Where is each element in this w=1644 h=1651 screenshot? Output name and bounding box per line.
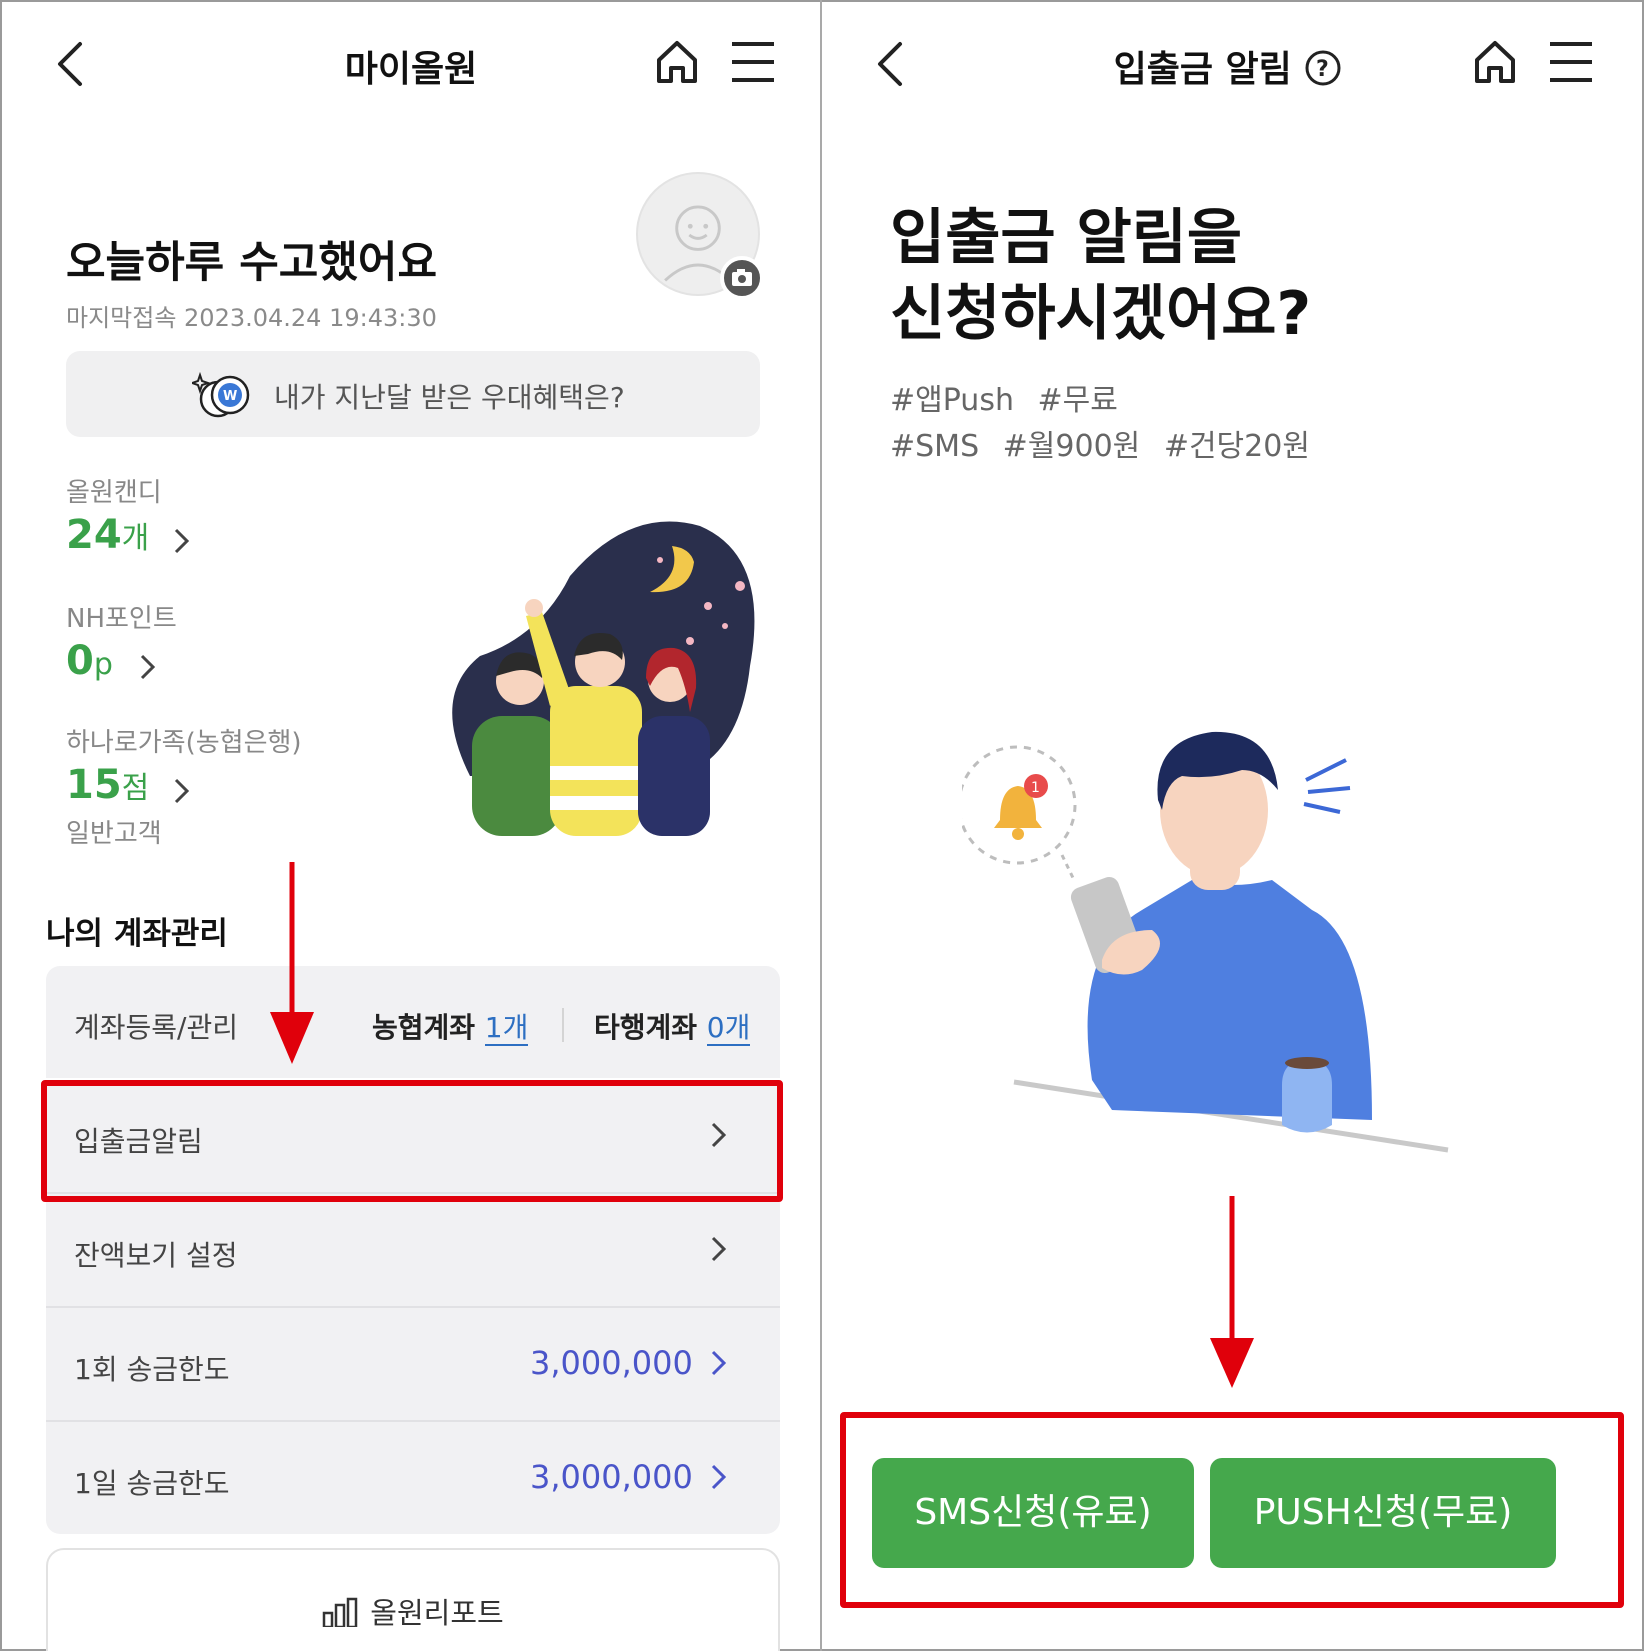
signup-question: 입출금 알림을 신청하시겠어요? xyxy=(890,200,1311,352)
account-management-row: 계좌등록/관리 농협계좌 1개 타행계좌 0개 xyxy=(46,966,780,1078)
other-bank-account-count[interactable]: 타행계좌 0개 xyxy=(594,1006,751,1046)
candy-label: 올원캔디 xyxy=(66,478,162,508)
separator xyxy=(562,1008,564,1042)
nh-account-label: 농협계좌 xyxy=(372,1011,476,1044)
menu-item-label: 잔액보기 설정 xyxy=(74,1239,238,1272)
nh-point-label: NH포인트 xyxy=(66,604,177,634)
hamburger-menu-icon[interactable] xyxy=(1548,40,1594,84)
tag: #SMS xyxy=(890,429,980,464)
nh-point-unit: p xyxy=(93,647,113,682)
svg-text:?: ? xyxy=(1316,57,1329,82)
tag: #월900원 xyxy=(1002,429,1141,464)
report-text: 올원리포트 xyxy=(370,1596,504,1630)
report-button[interactable]: 올원리포트 xyxy=(46,1548,780,1651)
nh-account-count-value: 1개 xyxy=(484,1011,529,1046)
chevron-right-icon xyxy=(711,1464,727,1490)
page-title-text: 입출금 알림 xyxy=(1113,49,1292,90)
chevron-right-icon xyxy=(711,1236,727,1262)
chevron-right-icon[interactable] xyxy=(172,776,192,806)
family-label: 하나로가족(농협은행) xyxy=(66,728,302,758)
family-score: 15 xyxy=(66,762,122,808)
question-line-1: 입출금 알림을 xyxy=(890,203,1243,273)
report-label: 올원리포트 xyxy=(48,1590,778,1632)
tag: #앱Push xyxy=(890,383,1014,418)
balance-view-setting-item[interactable]: 잔액보기 설정 xyxy=(46,1194,780,1306)
my-allone-screen: 마이올원 오늘하루 수고했어요 마지막접속 2023.04.24 19:43:3… xyxy=(2,0,820,1651)
highlight-box xyxy=(41,1080,783,1202)
benefit-banner[interactable]: W 내가 지난달 받은 우대혜택은? xyxy=(66,351,760,437)
limit-amount: 3,000,000 xyxy=(530,1458,693,1496)
nh-point-count: 0 xyxy=(66,638,94,684)
svg-text:W: W xyxy=(223,389,237,404)
header: 마이올원 xyxy=(2,0,820,130)
home-icon[interactable] xyxy=(654,38,700,86)
feature-tags: #앱Push #무료 #SMS #월900원 #건당20원 xyxy=(890,378,1324,470)
question-line-2: 신청하시겠어요? xyxy=(890,279,1312,349)
section-title: 나의 계좌관리 xyxy=(46,916,228,952)
tag: #건당20원 xyxy=(1163,429,1310,464)
header: 입출금 알림 ? xyxy=(822,0,1642,130)
candy-count: 24 xyxy=(66,512,122,558)
coin-benefit-icon: W xyxy=(192,371,250,418)
hamburger-menu-icon[interactable] xyxy=(730,40,776,84)
deposit-alert-screen: 입출금 알림 ? 입출금 알림을 신청하시겠어요? #앱Push #무료 #SM… xyxy=(822,0,1642,1651)
annotation-arrow xyxy=(270,862,314,1064)
menu-item-label: 1일 송금한도 xyxy=(74,1467,230,1500)
family-unit: 점 xyxy=(121,771,150,806)
annotation-arrow xyxy=(1210,1196,1254,1388)
account-management-label: 계좌등록/관리 xyxy=(74,1011,238,1044)
camera-icon[interactable] xyxy=(720,256,764,300)
chevron-right-icon xyxy=(711,1350,727,1376)
chevron-right-icon[interactable] xyxy=(172,526,192,556)
tag: #무료 xyxy=(1037,383,1118,418)
man-with-phone-illustration: 1 xyxy=(962,731,1449,1153)
highlight-box xyxy=(840,1412,1624,1608)
nh-account-count[interactable]: 농협계좌 1개 xyxy=(372,1006,529,1046)
per-transfer-limit-item[interactable]: 1회 송금한도 3,000,000 xyxy=(46,1308,780,1420)
help-question-icon[interactable]: ? xyxy=(1304,49,1342,87)
family-value[interactable]: 15점 xyxy=(66,762,149,808)
other-bank-count-value: 0개 xyxy=(706,1011,751,1046)
night-friends-illustration xyxy=(452,521,755,836)
page-title: 입출금 알림 ? xyxy=(822,40,1642,92)
last-login-time: 마지막접속 2023.04.24 19:43:30 xyxy=(66,304,437,332)
bar-chart-icon xyxy=(323,1597,358,1629)
nh-point-value[interactable]: 0p xyxy=(66,638,113,684)
greeting-text: 오늘하루 수고했어요 xyxy=(66,238,438,288)
home-icon[interactable] xyxy=(1472,38,1518,86)
daily-transfer-limit-item[interactable]: 1일 송금한도 3,000,000 xyxy=(46,1422,780,1534)
menu-item-label: 1회 송금한도 xyxy=(74,1353,230,1386)
other-bank-label: 타행계좌 xyxy=(594,1011,698,1044)
chevron-right-icon[interactable] xyxy=(138,652,158,682)
customer-grade: 일반고객 xyxy=(66,819,162,849)
candy-unit: 개 xyxy=(121,521,150,556)
notification-badge: 1 xyxy=(1031,780,1040,796)
candy-value[interactable]: 24개 xyxy=(66,512,149,558)
benefit-banner-text: 내가 지난달 받은 우대혜택은? xyxy=(274,381,625,414)
limit-amount: 3,000,000 xyxy=(530,1344,693,1382)
